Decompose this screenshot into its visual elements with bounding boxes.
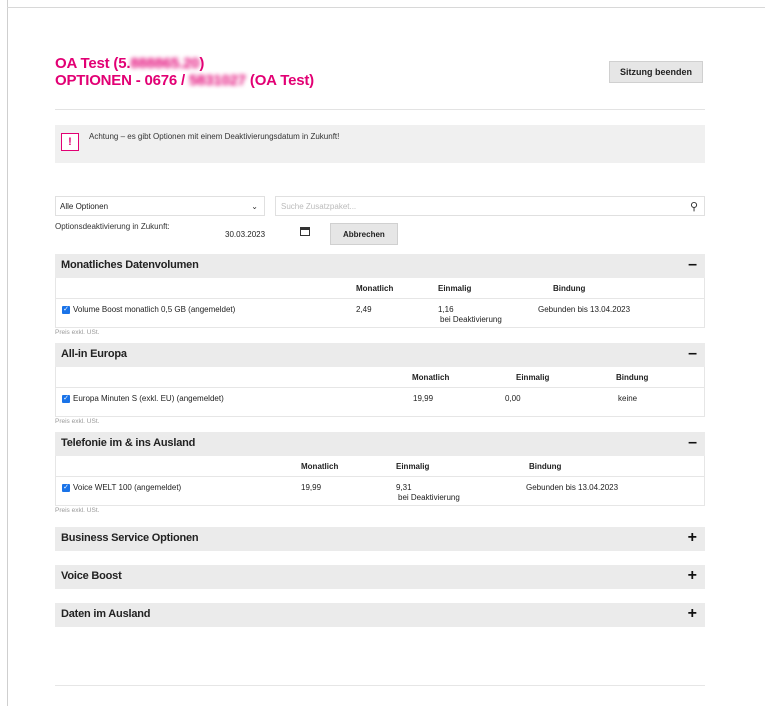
price-note: Preis exkl. USt. xyxy=(55,507,100,514)
section-table: Monatlich Einmalig Bindung ✓ Voice WELT 1… xyxy=(55,456,705,506)
collapse-icon[interactable]: – xyxy=(688,434,697,452)
col-binding: Bindung xyxy=(616,373,649,382)
once-price: 1,16 bei Deaktivierung xyxy=(438,305,502,324)
price-note: Preis exkl. USt. xyxy=(55,329,100,336)
section-header[interactable]: Telefonie im & ins Ausland – xyxy=(55,432,705,456)
redacted-amount: 888865.20 xyxy=(130,55,200,72)
binding-value: keine xyxy=(618,394,638,403)
checkbox-checked-icon[interactable]: ✓ xyxy=(62,305,70,314)
once-note: bei Deaktivierung xyxy=(398,493,460,502)
table-header: Monatlich Einmalig Bindung xyxy=(56,456,704,477)
expand-icon[interactable]: + xyxy=(688,605,697,623)
section-voice-boost[interactable]: Voice Boost + xyxy=(55,565,705,589)
deactivation-date-field[interactable]: 30.03.2023 xyxy=(225,230,265,239)
col-once: Einmalig xyxy=(438,284,472,293)
window-border-left xyxy=(7,0,8,706)
monthly-price: 19,99 xyxy=(301,483,322,492)
once-value: 1,16 xyxy=(438,305,454,314)
section-title: Monatliches Datenvolumen xyxy=(61,259,199,271)
col-once: Einmalig xyxy=(396,462,430,471)
section-header[interactable]: All-in Europa – xyxy=(55,343,705,367)
cancel-button[interactable]: Abbrechen xyxy=(330,223,398,245)
table-row: ✓ Europa Minuten S (exkl. EU) (angemeldet… xyxy=(56,388,704,416)
section-all-in-europe: All-in Europa – Monatlich Einmalig Bindu… xyxy=(55,343,705,428)
window-border-top xyxy=(7,7,765,8)
section-data-abroad[interactable]: Daten im Ausland + xyxy=(55,603,705,627)
table-header: Monatlich Einmalig Bindung xyxy=(56,367,704,388)
alert-text: Achtung – es gibt Optionen mit einem Dea… xyxy=(89,132,340,141)
once-price: 9,31 bei Deaktivierung xyxy=(396,483,460,502)
col-monthly: Monatlich xyxy=(356,284,394,293)
option-item[interactable]: ✓ Volume Boost monatlich 0,5 GB (angemeld… xyxy=(62,305,235,314)
col-monthly: Monatlich xyxy=(412,373,450,382)
section-telephony-abroad: Telefonie im & ins Ausland – Monatlich E… xyxy=(55,432,705,517)
search-input[interactable]: Suche Zusatzpaket... ⚲ xyxy=(275,196,705,216)
options-filter-select[interactable]: Alle Optionen ⌄ xyxy=(55,196,265,216)
col-once: Einmalig xyxy=(516,373,550,382)
col-monthly: Monatlich xyxy=(301,462,339,471)
section-title: Telefonie im & ins Ausland xyxy=(61,437,196,449)
checkbox-checked-icon[interactable]: ✓ xyxy=(62,394,70,403)
subtitle-prefix: OPTIONEN - 0676 / xyxy=(55,72,189,89)
section-title: All-in Europa xyxy=(61,348,127,360)
once-value: 9,31 xyxy=(396,483,412,492)
deactivation-label: Optionsdeaktivierung in Zukunft: xyxy=(55,222,170,231)
monthly-price: 2,49 xyxy=(356,305,372,314)
binding-value: Gebunden bis 13.04.2023 xyxy=(538,305,631,314)
collapse-icon[interactable]: – xyxy=(688,256,697,274)
collapse-icon[interactable]: – xyxy=(688,345,697,363)
warning-icon: ! xyxy=(61,133,79,151)
title-prefix-end: ) xyxy=(199,55,205,72)
section-title: Voice Boost xyxy=(61,570,122,582)
warning-alert: ! Achtung – es gibt Optionen mit einem D… xyxy=(55,125,705,163)
section-monthly-data: Monatliches Datenvolumen – Monatlich Ein… xyxy=(55,254,705,339)
once-note: bei Deaktivierung xyxy=(440,315,502,324)
price-note: Preis exkl. USt. xyxy=(55,418,100,425)
option-name: Volume Boost monatlich 0,5 GB (angemelde… xyxy=(73,305,236,314)
option-name: Voice WELT 100 (angemeldet) xyxy=(73,483,182,492)
section-header[interactable]: Monatliches Datenvolumen – xyxy=(55,254,705,278)
option-item[interactable]: ✓ Voice WELT 100 (angemeldet) xyxy=(62,483,181,492)
search-icon[interactable]: ⚲ xyxy=(690,197,698,217)
footer-divider xyxy=(55,685,705,686)
deactivation-row: Optionsdeaktivierung in Zukunft: 30.03.2… xyxy=(55,222,705,250)
expand-icon[interactable]: + xyxy=(688,567,697,585)
section-business-service[interactable]: Business Service Optionen + xyxy=(55,527,705,551)
section-table: Monatlich Einmalig Bindung ✓ Volume Boost… xyxy=(55,278,705,328)
table-row: ✓ Volume Boost monatlich 0,5 GB (angemeld… xyxy=(56,299,704,327)
option-name: Europa Minuten S (exkl. EU) (angemeldet) xyxy=(73,394,224,403)
once-price: 0,00 xyxy=(505,394,521,403)
option-item[interactable]: ✓ Europa Minuten S (exkl. EU) (angemeldet… xyxy=(62,394,224,403)
table-header: Monatlich Einmalig Bindung xyxy=(56,278,704,299)
redacted-number: 5831027 xyxy=(188,72,246,89)
calendar-icon[interactable] xyxy=(300,227,310,236)
search-placeholder: Suche Zusatzpaket... xyxy=(281,202,357,211)
monthly-price: 19,99 xyxy=(413,394,434,403)
expand-icon[interactable]: + xyxy=(688,529,697,547)
section-title: Business Service Optionen xyxy=(61,532,199,544)
select-value: Alle Optionen xyxy=(60,202,109,211)
section-title: Daten im Ausland xyxy=(61,608,151,620)
col-binding: Bindung xyxy=(529,462,562,471)
end-session-button[interactable]: Sitzung beenden xyxy=(609,61,703,83)
table-row: ✓ Voice WELT 100 (angemeldet) 19,99 9,31 b… xyxy=(56,477,704,505)
binding-value: Gebunden bis 13.04.2023 xyxy=(526,483,619,492)
subtitle-suffix: (OA Test) xyxy=(245,72,314,89)
filter-bar: Alle Optionen ⌄ Suche Zusatzpaket... ⚲ xyxy=(55,196,705,216)
divider xyxy=(55,109,705,110)
page-title: OA Test (5.888865.20) xyxy=(55,55,705,72)
title-prefix: OA Test (5. xyxy=(55,55,131,72)
page-header: OA Test (5.888865.20) OPTIONEN - 0676 / … xyxy=(55,55,705,103)
main-content: OA Test (5.888865.20) OPTIONEN - 0676 / … xyxy=(55,55,705,627)
chevron-down-icon: ⌄ xyxy=(251,202,258,211)
page-subtitle: OPTIONEN - 0676 / 5831027 (OA Test) xyxy=(55,72,705,89)
col-binding: Bindung xyxy=(553,284,586,293)
section-table: Monatlich Einmalig Bindung ✓ Europa Minut… xyxy=(55,367,705,417)
checkbox-checked-icon[interactable]: ✓ xyxy=(62,483,70,492)
